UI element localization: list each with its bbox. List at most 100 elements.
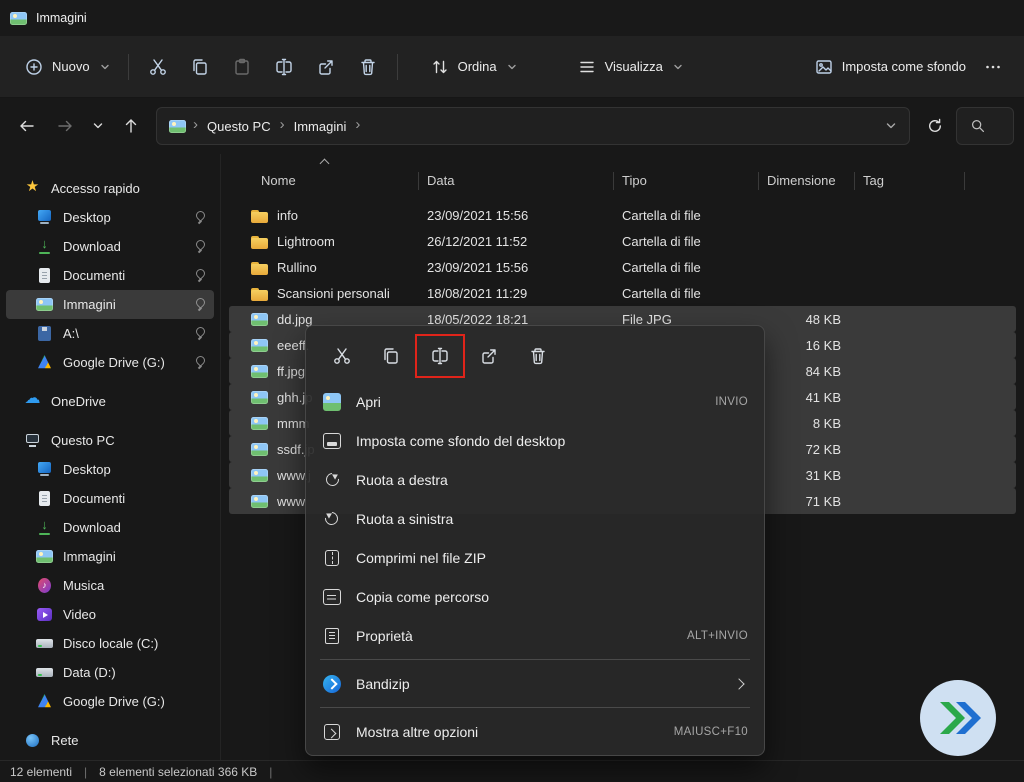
file-size: 72 KB xyxy=(759,442,855,457)
recent-locations-button[interactable] xyxy=(86,109,110,143)
rotate-right-icon xyxy=(322,470,342,490)
cut-button[interactable] xyxy=(137,48,179,86)
sort-button[interactable]: Ordina xyxy=(420,49,527,85)
cut-icon xyxy=(332,346,352,366)
delete-button[interactable] xyxy=(514,336,562,376)
forward-icon xyxy=(55,116,75,136)
breadcrumb-immagini[interactable]: Immagini xyxy=(292,116,349,137)
address-dropdown-icon[interactable] xyxy=(885,120,897,132)
view-button[interactable]: Visualizza xyxy=(567,49,693,85)
file-name: www xyxy=(277,494,305,509)
sidebar-item-label: Rete xyxy=(51,733,206,748)
up-icon xyxy=(121,116,141,136)
sidebar-item[interactable]: Video xyxy=(6,600,214,629)
back-button[interactable] xyxy=(10,109,44,143)
context-menu-item[interactable]: Imposta come sfondo del desktop xyxy=(310,421,760,460)
context-menu-item[interactable]: Mostra altre opzioni MAIUSC+F10 xyxy=(310,712,760,751)
file-row[interactable]: Rullino 23/09/2021 15:56 Cartella di fil… xyxy=(229,254,1016,280)
cut-button[interactable] xyxy=(318,336,366,376)
column-header-data[interactable]: Data xyxy=(419,172,614,190)
file-row[interactable]: info 23/09/2021 15:56 Cartella di file xyxy=(229,202,1016,228)
view-icon xyxy=(577,57,597,77)
paste-button[interactable] xyxy=(221,48,263,86)
menu-item-label: Apri xyxy=(356,394,701,410)
sidebar-item[interactable]: Musica xyxy=(6,571,214,600)
share-button[interactable] xyxy=(305,48,347,86)
sidebar-item-label: Download xyxy=(63,520,206,535)
image-icon xyxy=(251,390,268,405)
sidebar-item[interactable]: Desktop xyxy=(6,455,214,484)
sidebar-item-label: Download xyxy=(63,239,183,254)
toolbar-divider xyxy=(128,54,129,80)
network-icon xyxy=(24,733,41,748)
context-menu-item[interactable]: Proprietà ALT+INVIO xyxy=(310,616,760,655)
image-icon xyxy=(251,364,268,379)
copy-button[interactable] xyxy=(179,48,221,86)
file-size: 8 KB xyxy=(759,416,855,431)
file-size: 41 KB xyxy=(759,390,855,405)
set-background-button[interactable]: Imposta come sfondo xyxy=(804,49,976,85)
sidebar-item[interactable]: Google Drive (G:) xyxy=(6,348,214,377)
sidebar-item[interactable]: Questo PC xyxy=(6,426,214,455)
refresh-button[interactable] xyxy=(918,109,952,143)
image-icon xyxy=(251,468,268,483)
up-button[interactable] xyxy=(114,109,148,143)
rename-button[interactable] xyxy=(263,48,305,86)
column-header-dimensione[interactable]: Dimensione xyxy=(759,172,855,190)
sidebar-item-label: Musica xyxy=(63,578,206,593)
context-menu-item[interactable]: Apri INVIO xyxy=(310,382,760,421)
context-menu-item[interactable]: Ruota a sinistra xyxy=(310,499,760,538)
back-icon xyxy=(17,116,37,136)
sidebar-item[interactable]: Documenti xyxy=(6,261,214,290)
context-menu-item[interactable]: Bandizip xyxy=(310,664,760,703)
delete-button[interactable] xyxy=(347,48,389,86)
sidebar-item[interactable]: Download xyxy=(6,232,214,261)
gdrive-icon xyxy=(36,694,53,709)
file-name: Rullino xyxy=(277,260,317,275)
context-menu-item[interactable]: Copia come percorso xyxy=(310,577,760,616)
sidebar-item[interactable]: Desktop xyxy=(6,203,214,232)
share-button[interactable] xyxy=(465,336,513,376)
sidebar-item[interactable]: Rete xyxy=(6,726,214,755)
selection-summary: 8 elementi selezionati 366 KB xyxy=(99,765,257,779)
delete-icon xyxy=(528,346,548,366)
breadcrumb-questo-pc[interactable]: Questo PC xyxy=(205,116,273,137)
folder-icon xyxy=(251,234,268,249)
column-header-nome[interactable]: Nome xyxy=(229,172,419,190)
file-row[interactable]: Scansioni personali 18/08/2021 11:29 Car… xyxy=(229,280,1016,306)
sidebar-item[interactable]: Disco locale (C:) xyxy=(6,629,214,658)
new-icon xyxy=(24,57,44,77)
forward-button[interactable] xyxy=(48,109,82,143)
sidebar-item-label: Questo PC xyxy=(51,433,206,448)
pictures-icon xyxy=(36,549,53,564)
sidebar-item[interactable]: Google Drive (G:) xyxy=(6,687,214,716)
column-header-tipo[interactable]: Tipo xyxy=(614,172,759,190)
sidebar-item[interactable]: Immagini xyxy=(6,290,214,319)
more-button[interactable] xyxy=(976,48,1010,86)
sidebar-item[interactable]: OneDrive xyxy=(6,387,214,416)
rename-button[interactable] xyxy=(416,336,464,376)
column-header-tag[interactable]: Tag xyxy=(855,172,965,190)
breadcrumb[interactable]: › Questo PC › Immagini › xyxy=(156,107,910,145)
copy-button[interactable] xyxy=(367,336,415,376)
new-button[interactable]: Nuovo xyxy=(14,49,120,85)
sidebar-item[interactable]: A:\ xyxy=(6,319,214,348)
sidebar-item[interactable]: Documenti xyxy=(6,484,214,513)
sidebar-item[interactable]: Immagini xyxy=(6,542,214,571)
pin-icon xyxy=(193,356,206,369)
wallpaper-icon xyxy=(322,431,342,451)
context-menu-item[interactable]: Ruota a destra xyxy=(310,460,760,499)
pin-icon xyxy=(193,269,206,282)
sidebar-item-label: Immagini xyxy=(63,549,206,564)
sidebar-item[interactable]: Download xyxy=(6,513,214,542)
menu-item-shortcut: ALT+INVIO xyxy=(687,630,748,642)
search-box[interactable] xyxy=(956,107,1014,145)
file-row[interactable]: Lightroom 26/12/2021 11:52 Cartella di f… xyxy=(229,228,1016,254)
sidebar-item[interactable]: Data (D:) xyxy=(6,658,214,687)
context-menu-item[interactable]: Comprimi nel file ZIP xyxy=(310,538,760,577)
sidebar-list: Accesso rapido Desktop Download Document… xyxy=(0,174,220,755)
menu-item-label: Mostra altre opzioni xyxy=(356,724,660,740)
folder-icon xyxy=(251,260,268,275)
menu-item-shortcut: MAIUSC+F10 xyxy=(674,726,748,738)
sidebar-item[interactable]: Accesso rapido xyxy=(6,174,214,203)
